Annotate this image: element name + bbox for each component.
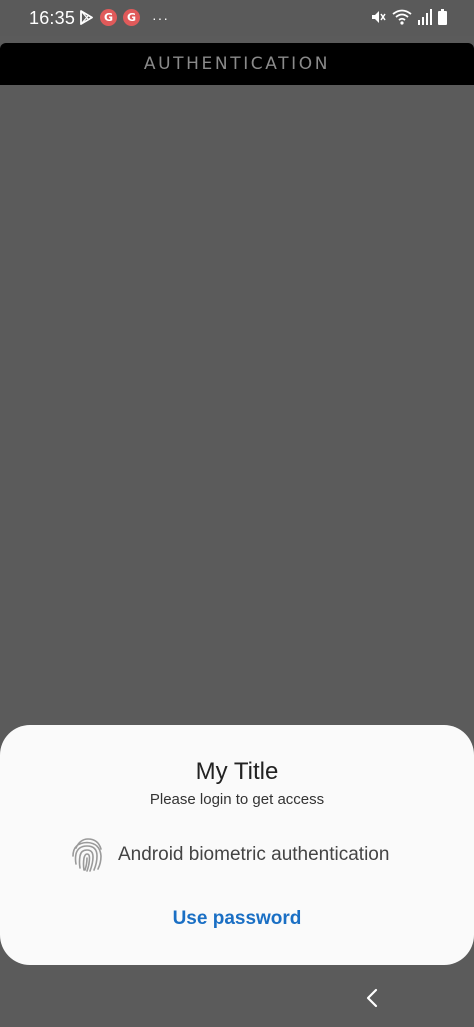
app-bar: AUTHENTICATION [0, 43, 474, 85]
wifi-icon [392, 9, 412, 25]
more-notifications-icon: ··· [152, 9, 169, 26]
use-password-button[interactable]: Use password [0, 908, 474, 930]
system-icons [370, 9, 447, 25]
fingerprint-icon [72, 838, 102, 872]
status-bar: 16:35 G G ··· [0, 0, 474, 36]
page-title: AUTHENTICATION [143, 54, 331, 74]
g-app-icon: G [100, 9, 117, 26]
biometric-label: Android biometric authentication [118, 844, 390, 865]
navigation-bar [0, 965, 474, 1027]
g-app-icon: G [123, 9, 140, 26]
notification-icons: G G ··· [80, 9, 169, 26]
status-time: 16:35 [29, 8, 76, 28]
dialog-subtitle: Please login to get access [149, 791, 325, 808]
signal-icon [418, 9, 432, 25]
biometric-prompt-dialog: My Title Please login to get access Andr… [0, 725, 474, 965]
battery-icon [438, 9, 447, 25]
chevron-left-icon[interactable] [362, 987, 382, 1009]
vibrate-mute-icon [372, 11, 386, 23]
dialog-title: My Title [195, 758, 279, 785]
play-store-icon [80, 10, 93, 25]
biometric-row: Android biometric authentication [70, 835, 389, 875]
